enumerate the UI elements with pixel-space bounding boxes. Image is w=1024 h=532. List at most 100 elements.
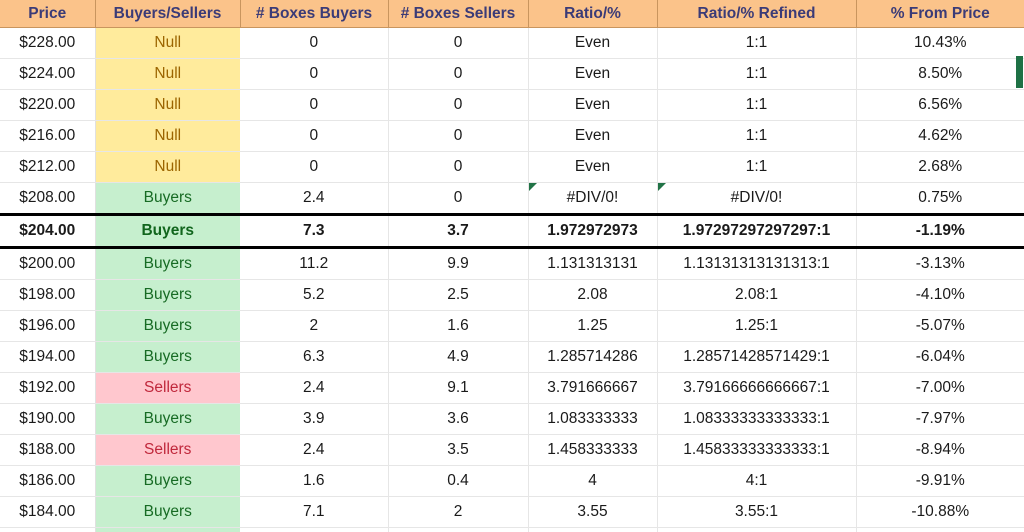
cell-ratio_ref[interactable]: 1.08333333333333:1 — [657, 403, 857, 435]
cell-ratio[interactable]: Even — [528, 151, 658, 183]
cell-pct[interactable]: -5.07% — [856, 310, 1024, 342]
cell-price[interactable]: $198.00 — [0, 279, 96, 311]
column-header-price[interactable]: Price — [0, 0, 96, 28]
cell-pct[interactable]: 6.56% — [856, 89, 1024, 121]
cell-boxes_sell[interactable]: 0 — [388, 151, 529, 183]
cell-price[interactable]: $184.00 — [0, 496, 96, 528]
cell-ratio[interactable]: 1.131313131 — [528, 247, 658, 280]
cell-signal[interactable]: Buyers — [95, 465, 240, 497]
cell-boxes_buy[interactable]: 6.3 — [240, 341, 389, 373]
cell-price[interactable]: $216.00 — [0, 120, 96, 152]
cell-signal[interactable]: Buyers — [95, 496, 240, 528]
cell-boxes_sell[interactable]: 2 — [388, 496, 529, 528]
cell-price[interactable]: $196.00 — [0, 310, 96, 342]
table-row[interactable]: $200.00 Buyers 11.2 9.9 1.131313131 1.1313131… — [0, 247, 1024, 280]
cell-price[interactable]: $182.00 — [0, 527, 96, 532]
cell-boxes_buy[interactable]: 2.4 — [240, 434, 389, 466]
cell-boxes_sell[interactable]: 3.6 — [388, 403, 529, 435]
cell-boxes_buy[interactable]: 2.4 — [240, 182, 389, 215]
cell-pct[interactable]: -6.04% — [856, 341, 1024, 373]
edge-position-marker[interactable] — [1016, 56, 1023, 88]
cell-boxes_buy[interactable]: 7.3 — [240, 213, 389, 249]
table-row[interactable]: $212.00 Null 0 0 Even 1:1 2.68% — [0, 151, 1024, 183]
cell-price[interactable]: $220.00 — [0, 89, 96, 121]
cell-ratio_ref[interactable]: 4:1 — [657, 465, 857, 497]
cell-signal[interactable]: Buyers — [95, 279, 240, 311]
table-row[interactable]: $194.00 Buyers 6.3 4.9 1.285714286 1.28571428… — [0, 341, 1024, 373]
cell-ratio_ref[interactable]: 2.08:1 — [657, 279, 857, 311]
cell-boxes_buy[interactable]: 0 — [240, 58, 389, 90]
table-row[interactable]: $224.00 Null 0 0 Even 1:1 8.50% — [0, 58, 1024, 90]
cell-price[interactable]: $188.00 — [0, 434, 96, 466]
table-row[interactable]: $204.00 Buyers 7.3 3.7 1.972972973 1.97297297… — [0, 213, 1024, 249]
cell-ratio[interactable]: #DIV/0! — [528, 182, 658, 215]
cell-ratio_ref[interactable]: 3.79166666666667:1 — [657, 372, 857, 404]
table-row[interactable]: $182.00Buyers7.37.11.0281690141.02816901… — [0, 527, 1024, 532]
cell-pct[interactable]: -8.94% — [856, 434, 1024, 466]
column-header-signal[interactable]: Buyers/Sellers — [95, 0, 241, 28]
cell-ratio_ref[interactable]: 1:1 — [657, 120, 857, 152]
cell-boxes_buy[interactable]: 7.3 — [240, 527, 389, 532]
cell-boxes_sell[interactable]: 0 — [388, 89, 529, 121]
cell-ratio[interactable]: 1.028169014 — [528, 527, 658, 532]
cell-price[interactable]: $200.00 — [0, 247, 96, 280]
cell-boxes_sell[interactable]: 7.1 — [388, 527, 529, 532]
cell-ratio[interactable]: 3.791666667 — [528, 372, 658, 404]
cell-boxes_buy[interactable]: 7.1 — [240, 496, 389, 528]
cell-price[interactable]: $194.00 — [0, 341, 96, 373]
cell-signal[interactable]: Buyers — [95, 403, 240, 435]
column-header-ratio_ref[interactable]: Ratio/% Refined — [657, 0, 857, 28]
cell-boxes_buy[interactable]: 2.4 — [240, 372, 389, 404]
table-row[interactable]: $208.00 Buyers 2.4 0 #DIV/0! #DIV/0! 0.75% — [0, 182, 1024, 215]
cell-price[interactable]: $204.00 — [0, 213, 96, 249]
cell-ratio[interactable]: 1.458333333 — [528, 434, 658, 466]
column-header-boxes_buy[interactable]: # Boxes Buyers — [240, 0, 389, 28]
table-row[interactable]: $228.00 Null 0 0 Even 1:1 10.43% — [0, 27, 1024, 59]
cell-pct[interactable]: 4.62% — [856, 120, 1024, 152]
cell-ratio_ref[interactable]: 1:1 — [657, 151, 857, 183]
cell-ratio_ref[interactable]: 1.13131313131313:1 — [657, 247, 857, 280]
cell-signal[interactable]: Null — [95, 151, 240, 183]
cell-signal[interactable]: Buyers — [95, 182, 240, 215]
cell-ratio_ref[interactable]: 1.97297297297297:1 — [657, 213, 857, 249]
cell-boxes_buy[interactable]: 0 — [240, 89, 389, 121]
cell-signal[interactable]: Buyers — [95, 527, 240, 532]
cell-signal[interactable]: Sellers — [95, 434, 240, 466]
cell-boxes_sell[interactable]: 1.6 — [388, 310, 529, 342]
table-row[interactable]: $190.00 Buyers 3.9 3.6 1.083333333 1.08333333… — [0, 403, 1024, 435]
cell-ratio[interactable]: 1.972972973 — [528, 213, 658, 249]
cell-boxes_buy[interactable]: 1.6 — [240, 465, 389, 497]
cell-signal[interactable]: Null — [95, 89, 240, 121]
cell-boxes_sell[interactable]: 0.4 — [388, 465, 529, 497]
cell-boxes_buy[interactable]: 0 — [240, 27, 389, 59]
cell-ratio_ref[interactable]: 1.45833333333333:1 — [657, 434, 857, 466]
cell-ratio[interactable]: Even — [528, 58, 658, 90]
cell-boxes_sell[interactable]: 9.9 — [388, 247, 529, 280]
cell-boxes_sell[interactable]: 0 — [388, 58, 529, 90]
cell-boxes_sell[interactable]: 0 — [388, 120, 529, 152]
cell-pct[interactable]: -9.91% — [856, 465, 1024, 497]
cell-pct[interactable]: 0.75% — [856, 182, 1024, 215]
cell-ratio_ref[interactable]: 3.55:1 — [657, 496, 857, 528]
cell-price[interactable]: $212.00 — [0, 151, 96, 183]
table-row[interactable]: $186.00 Buyers 1.6 0.4 4 4:1 -9.91% — [0, 465, 1024, 497]
cell-ratio_ref[interactable]: 1.28571428571429:1 — [657, 341, 857, 373]
cell-ratio[interactable]: 4 — [528, 465, 658, 497]
table-row[interactable]: $196.00 Buyers 2 1.6 1.25 1.25:1 -5.07% — [0, 310, 1024, 342]
cell-price[interactable]: $224.00 — [0, 58, 96, 90]
cell-boxes_buy[interactable]: 0 — [240, 151, 389, 183]
table-row[interactable]: $198.00 Buyers 5.2 2.5 2.08 2.08:1 -4.10% — [0, 279, 1024, 311]
cell-price[interactable]: $190.00 — [0, 403, 96, 435]
cell-ratio[interactable]: 1.285714286 — [528, 341, 658, 373]
cell-price[interactable]: $192.00 — [0, 372, 96, 404]
cell-pct[interactable]: 8.50% — [856, 58, 1024, 90]
cell-boxes_buy[interactable]: 0 — [240, 120, 389, 152]
cell-ratio_ref[interactable]: 1.25:1 — [657, 310, 857, 342]
cell-pct[interactable]: -3.13% — [856, 247, 1024, 280]
cell-ratio_ref[interactable]: #DIV/0! — [657, 182, 857, 215]
cell-price[interactable]: $186.00 — [0, 465, 96, 497]
cell-signal[interactable]: Buyers — [95, 247, 240, 280]
cell-ratio[interactable]: 3.55 — [528, 496, 658, 528]
cell-ratio_ref[interactable]: 1:1 — [657, 27, 857, 59]
cell-pct[interactable]: -10.88% — [856, 496, 1024, 528]
